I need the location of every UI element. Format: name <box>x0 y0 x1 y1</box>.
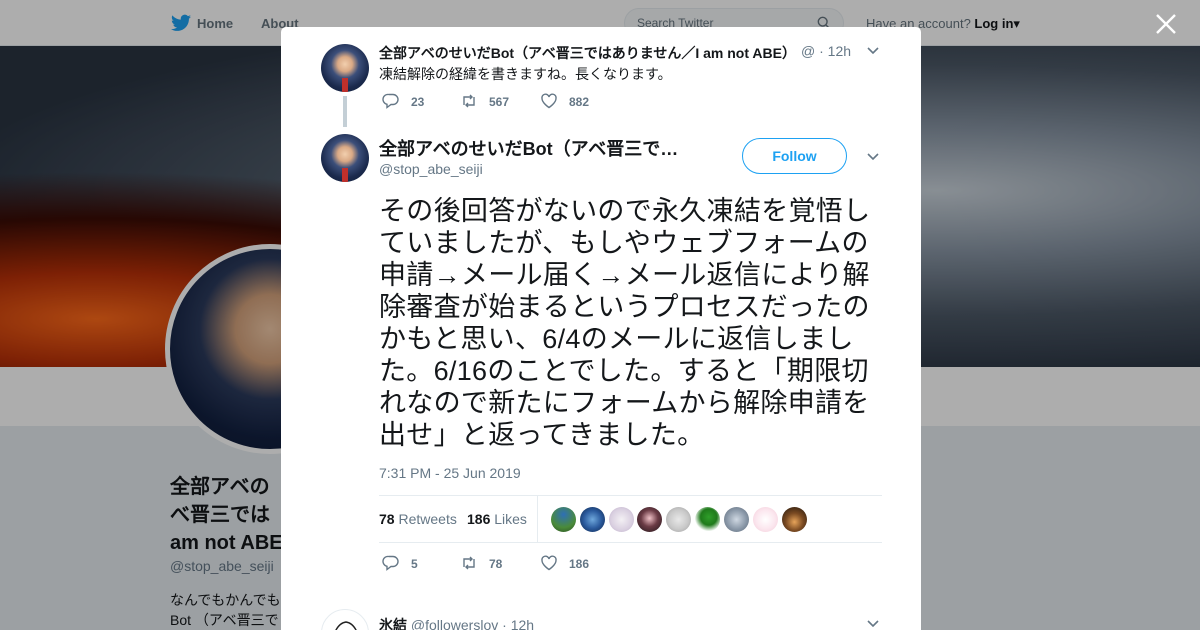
prev-tweet-text: 凍結解除の経緯を書きますね。長くなります。 <box>379 66 672 82</box>
reply-tweet-avatar[interactable] <box>321 609 369 630</box>
prev-like-count: 882 <box>569 95 590 109</box>
liker-avatar[interactable] <box>782 507 807 532</box>
main-tweet-text: その後回答がないので永久凍結を覚悟していましたが、もしやウェブフォームの申請→メ… <box>379 196 871 450</box>
tweet-modal: 全部アベのせいだBot（アベ晋三ではありません／I am not ABE） @ … <box>281 27 921 630</box>
follow-button[interactable]: Follow <box>742 138 847 174</box>
heart-icon <box>541 93 557 109</box>
prev-reply-count: 23 <box>411 95 425 109</box>
prev-tweet-author-name[interactable]: 全部アベのせいだBot（アベ晋三ではありません／I am not ABE） <box>379 43 796 63</box>
prev-retweet-count: 567 <box>489 95 510 109</box>
liker-avatar[interactable] <box>609 507 634 532</box>
engagement-stats: 78 Retweets 186 Likes <box>379 495 882 543</box>
heart-icon <box>541 555 557 571</box>
prev-tweet-meta[interactable]: @ · 12h <box>801 43 851 59</box>
reply-icon <box>382 555 399 571</box>
retweets-stat[interactable]: 78 Retweets <box>379 511 457 527</box>
liker-avatar[interactable] <box>551 507 576 532</box>
close-icon[interactable] <box>1154 12 1178 36</box>
main-tweet-avatar[interactable] <box>321 134 369 182</box>
main-reply-count: 5 <box>411 557 418 571</box>
likes-stat[interactable]: 186 Likes <box>467 511 527 527</box>
liker-avatar[interactable] <box>580 507 605 532</box>
liker-avatar[interactable] <box>695 507 720 532</box>
reply-tweet-header[interactable]: 氷結 @followerslov · 12h <box>379 615 534 630</box>
reply-tweet-author-name: 氷結 <box>379 617 407 630</box>
liker-avatar[interactable] <box>637 507 662 532</box>
retweets-stat-label: Retweets <box>398 511 457 527</box>
likes-stat-label: Likes <box>494 511 527 527</box>
main-tweet-author-handle[interactable]: @stop_abe_seiji <box>379 161 483 177</box>
reply-tweet-time: · 12h <box>502 617 535 630</box>
stats-divider <box>537 496 538 542</box>
retweets-stat-count: 78 <box>379 511 395 527</box>
liker-avatar[interactable] <box>753 507 778 532</box>
prev-tweet-avatar[interactable] <box>321 44 369 92</box>
reply-tweet-author-handle: @followerslov <box>410 617 499 630</box>
retweet-icon <box>463 94 475 108</box>
chevron-down-icon[interactable] <box>867 47 879 55</box>
liker-avatar[interactable] <box>724 507 749 532</box>
retweet-icon <box>463 556 475 570</box>
reply-icon <box>382 93 399 109</box>
main-tweet-timestamp[interactable]: 7:31 PM - 25 Jun 2019 <box>379 465 521 481</box>
main-retweet-count: 78 <box>489 557 503 571</box>
chevron-down-icon[interactable] <box>867 620 879 628</box>
liker-avatar[interactable] <box>666 507 691 532</box>
main-tweet-author-name[interactable]: 全部アベのせいだBot（アベ晋三で… <box>379 135 678 161</box>
chevron-down-icon[interactable] <box>867 153 879 161</box>
cartoon-face-icon <box>335 621 357 630</box>
main-like-count: 186 <box>569 557 590 571</box>
likes-stat-count: 186 <box>467 511 491 527</box>
thread-connector-line <box>343 96 347 127</box>
